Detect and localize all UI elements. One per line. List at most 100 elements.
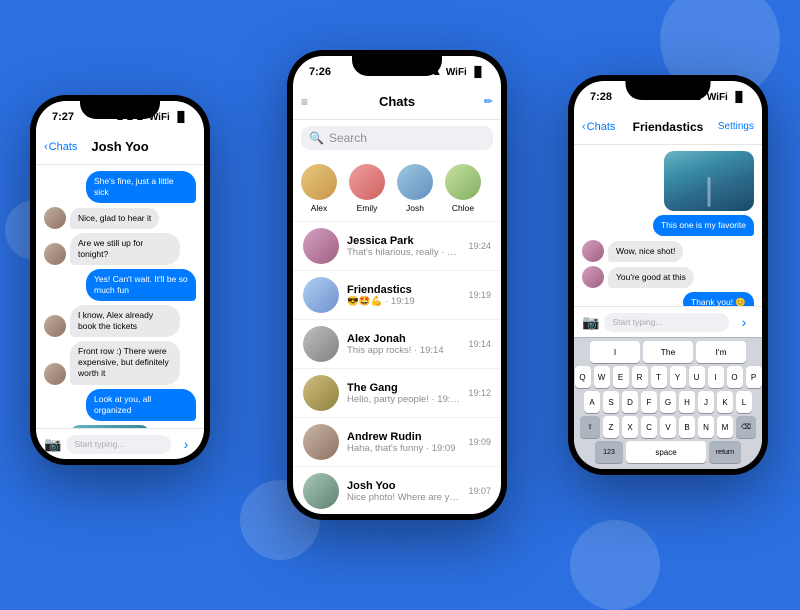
bubble-sent: Yes! Can't wait. It'll be so much fun — [86, 269, 196, 301]
search-bar[interactable]: 🔍 Search — [301, 126, 493, 150]
shift-key[interactable]: ⇧ — [580, 416, 600, 438]
key-v[interactable]: V — [660, 416, 676, 438]
key-a[interactable]: A — [584, 391, 600, 413]
camera-icon[interactable]: 📷 — [44, 436, 61, 453]
key-l[interactable]: L — [736, 391, 752, 413]
phone3-send-button[interactable]: › — [734, 312, 754, 332]
chat-item-alexjonah[interactable]: Alex Jonah This app rocks! · 19:14 19:14 — [293, 320, 501, 369]
camera-icon[interactable]: 📷 — [582, 314, 599, 331]
keyboard-suggestions: I The I'm Q W E R T Y U I O P A — [574, 337, 762, 469]
phone1: 7:27 ▲▲▲ WiFi ▐▌ ‹ Chats Josh Yoo She's … — [30, 95, 210, 465]
key-h[interactable]: H — [679, 391, 695, 413]
phone1-nav-title: Josh Yoo — [91, 139, 148, 154]
phone3-notch — [626, 81, 711, 100]
chat-preview-joshyoo: Nice photo! Where are you? · 19:07 — [347, 492, 460, 503]
msg-row: Are we still up for tonight? — [44, 233, 196, 265]
key-c[interactable]: C — [641, 416, 657, 438]
bubble-recv: Are we still up for tonight? — [70, 233, 180, 265]
bubble-recv: I know, Alex already book the tickets — [70, 305, 180, 337]
key-n[interactable]: N — [698, 416, 714, 438]
chat-item-joshyoo[interactable]: Josh Yoo Nice photo! Where are you? · 19… — [293, 467, 501, 514]
phone3-input[interactable]: Start typing... — [604, 313, 729, 332]
battery-icon: ▐▌ — [174, 112, 188, 123]
fav-item-alex[interactable]: Alex — [299, 164, 339, 213]
key-u[interactable]: U — [689, 366, 705, 388]
suggest-the[interactable]: The — [643, 341, 693, 363]
msg-row: She's fine, just a little sick — [44, 171, 196, 203]
phone3-settings-button[interactable]: Settings — [718, 121, 754, 132]
key-b[interactable]: B — [679, 416, 695, 438]
compose-icon[interactable]: ✏ — [484, 95, 493, 108]
phone3-time: 7:28 — [590, 91, 612, 103]
msg-row: This one is my favorite — [582, 215, 754, 236]
chat-item-thegang[interactable]: The Gang Hello, party people! · 19:12 19… — [293, 369, 501, 418]
key-t[interactable]: T — [651, 366, 667, 388]
msg-row: Wow, nice shot! — [582, 240, 754, 262]
avatar — [582, 240, 604, 262]
key-e[interactable]: E — [613, 366, 629, 388]
key-d[interactable]: D — [622, 391, 638, 413]
key-m[interactable]: M — [717, 416, 733, 438]
bubble-sent: Thank you! 😊 — [683, 292, 754, 306]
phone1-send-button[interactable]: › — [176, 434, 196, 454]
space-key[interactable]: space — [626, 441, 706, 463]
return-key[interactable]: return — [709, 441, 741, 463]
chat-item-friendastics[interactable]: Friendastics 😎🤩💪 · 19:19 19:19 — [293, 271, 501, 320]
suggest-i[interactable]: I — [590, 341, 640, 363]
chat-info-thegang: The Gang Hello, party people! · 19:12 — [347, 382, 460, 405]
key-y[interactable]: Y — [670, 366, 686, 388]
phone2: 7:26 ▲▲▲ WiFi ▐▌ ≡ Chats ✏ 🔍 Search — [287, 50, 507, 520]
chat-name-joshyoo: Josh Yoo — [347, 480, 460, 492]
phone3-back-button[interactable]: ‹ Chats — [582, 121, 615, 133]
suggestion-row: I The I'm — [578, 341, 758, 363]
fav-item-josh[interactable]: Josh — [395, 164, 435, 213]
wifi-icon: WiFi — [707, 92, 728, 103]
key-s[interactable]: S — [603, 391, 619, 413]
avatar — [44, 243, 66, 265]
msg-row: I know, Alex already book the tickets — [44, 305, 196, 337]
chat-info-friendastics: Friendastics 😎🤩💪 · 19:19 — [347, 284, 460, 307]
fav-item-emily[interactable]: Emily — [347, 164, 387, 213]
chat-time-friendastics: 19:19 — [468, 290, 491, 300]
fav-item-chloe[interactable]: Chloe — [443, 164, 483, 213]
key-g[interactable]: G — [660, 391, 676, 413]
phone1-placeholder: Start typing... — [74, 439, 124, 449]
key-j[interactable]: J — [698, 391, 714, 413]
chat-preview-friendastics: 😎🤩💪 · 19:19 — [347, 296, 460, 307]
key-o[interactable]: O — [727, 366, 743, 388]
bubble-sent: She's fine, just a little sick — [86, 171, 196, 203]
chat-avatar-joshyoo — [303, 473, 339, 509]
chat-item-andrew[interactable]: Andrew Rudin Haha, that's funny · 19:09 … — [293, 418, 501, 467]
phone2-notch — [352, 56, 442, 76]
chat-preview-jessica: That's hilarious, really · 19:24 — [347, 247, 460, 258]
phone1-input-bar: 📷 Start typing... › — [36, 428, 204, 459]
keyboard-row-2: A S D F G H J K L — [578, 391, 758, 413]
chat-time-jessica: 19:24 — [468, 241, 491, 251]
key-k[interactable]: K — [717, 391, 733, 413]
key-p[interactable]: P — [746, 366, 762, 388]
chevron-left-icon: ‹ — [44, 141, 48, 153]
key-q[interactable]: Q — [575, 366, 591, 388]
phone1-back-button[interactable]: ‹ Chats — [44, 141, 77, 153]
key-z[interactable]: Z — [603, 416, 619, 438]
phone1-input[interactable]: Start typing... — [66, 435, 171, 454]
phone3-screen: 7:28 ▲▲▲ WiFi ▐▌ ‹ Chats Friendastics Se… — [574, 81, 762, 469]
key-r[interactable]: R — [632, 366, 648, 388]
suggest-im[interactable]: I'm — [696, 341, 746, 363]
key-x[interactable]: X — [622, 416, 638, 438]
bubble-sent: This one is my favorite — [653, 215, 754, 236]
bubble-recv: Front row :) There were expensive, but d… — [70, 341, 180, 384]
favorites-row: Alex Emily Josh Chloe — [293, 156, 501, 222]
key-w[interactable]: W — [594, 366, 610, 388]
menu-icon[interactable]: ≡ — [301, 95, 308, 109]
chat-item-jessica[interactable]: Jessica Park That's hilarious, really · … — [293, 222, 501, 271]
numbers-key[interactable]: 123 — [595, 441, 623, 463]
key-i[interactable]: I — [708, 366, 724, 388]
chat-preview-andrew: Haha, that's funny · 19:09 — [347, 443, 460, 454]
phone3-back-label: Chats — [587, 121, 616, 133]
phone1-time: 7:27 — [52, 111, 74, 123]
delete-key[interactable]: ⌫ — [736, 416, 756, 438]
bubble-sent: Look at you, all organized — [86, 389, 196, 421]
fav-name-chloe: Chloe — [452, 203, 474, 213]
key-f[interactable]: F — [641, 391, 657, 413]
